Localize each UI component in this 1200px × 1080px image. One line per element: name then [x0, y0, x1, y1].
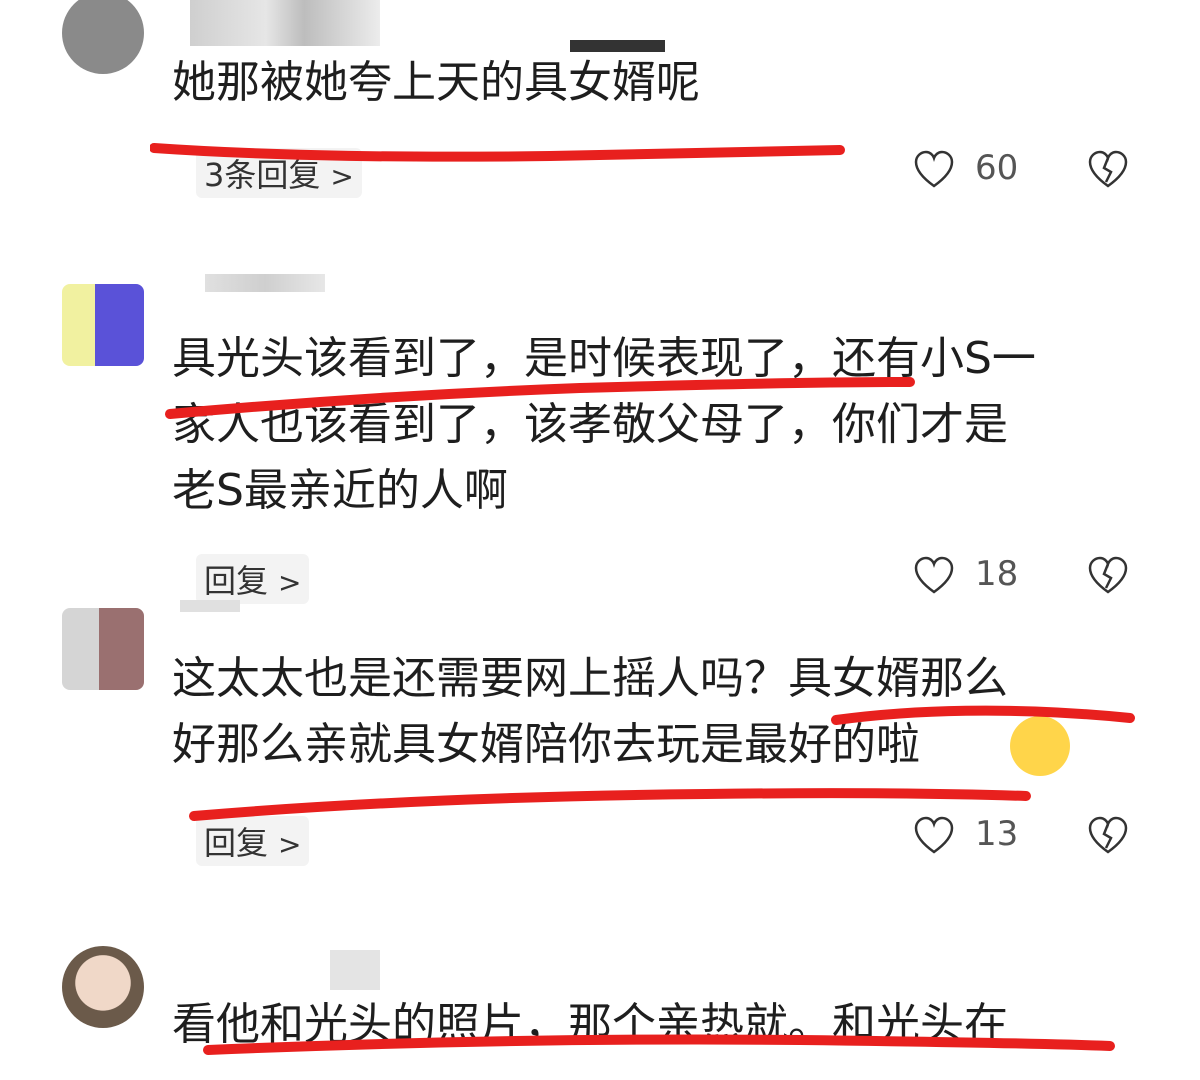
chevron-right-icon: >: [330, 160, 354, 193]
broken-heart-icon[interactable]: [1086, 814, 1130, 858]
username-blur: [180, 600, 240, 612]
like-count: 13: [975, 814, 1019, 854]
comment-text: 她那被她夸上天的具女婿呢: [172, 57, 700, 108]
comment-4: 看他和光头的照片，那个亲热就。和光头在: [0, 930, 1200, 1080]
reply-button[interactable]: 回复 >: [196, 554, 310, 604]
reply-button[interactable]: 回复 >: [196, 816, 310, 866]
like-count: 18: [975, 554, 1019, 594]
comment-1: 她那被她夸上天的具女婿呢 3条回复 > 60: [0, 0, 1200, 210]
reply-button[interactable]: 3条回复 >: [196, 148, 362, 198]
comment-text: 这太太也是还需要网上摇人吗？具女婿那么 好那么亲就具女婿陪你去玩是最好的啦: [172, 653, 1008, 770]
reply-label: 3条回复: [204, 156, 321, 194]
like-count: 60: [975, 148, 1019, 188]
reply-label: 回复: [204, 562, 269, 600]
broken-heart-icon[interactable]: [1086, 148, 1130, 192]
username-blur: [205, 274, 325, 292]
red-underline: [189, 788, 1031, 821]
avatar[interactable]: [62, 0, 144, 74]
heart-outline-icon[interactable]: [912, 554, 956, 598]
avatar[interactable]: [62, 608, 144, 690]
chevron-right-icon: >: [278, 566, 302, 599]
grinning-emoji-icon: [1010, 716, 1070, 776]
comment-text: 具光头该看到了，是时候表现了，还有小S一 家人也该看到了，该孝敬父母了，你们才是…: [172, 333, 1036, 516]
chevron-right-icon: >: [278, 828, 302, 861]
avatar[interactable]: [62, 946, 144, 1028]
heart-outline-icon[interactable]: [912, 148, 956, 192]
comment-2: 具光头该看到了，是时候表现了，还有小S一 家人也该看到了，该孝敬父母了，你们才是…: [0, 270, 1200, 604]
heart-outline-icon[interactable]: [912, 814, 956, 858]
reply-label: 回复: [204, 824, 269, 862]
avatar[interactable]: [62, 284, 144, 366]
comment-3: 这太太也是还需要网上摇人吗？具女婿那么 好那么亲就具女婿陪你去玩是最好的啦 回复…: [0, 600, 1200, 880]
comment-text: 看他和光头的照片，那个亲热就。和光头在: [172, 999, 1008, 1050]
username-blur: [190, 0, 380, 46]
username-blur: [330, 950, 380, 990]
broken-heart-icon[interactable]: [1086, 554, 1130, 598]
